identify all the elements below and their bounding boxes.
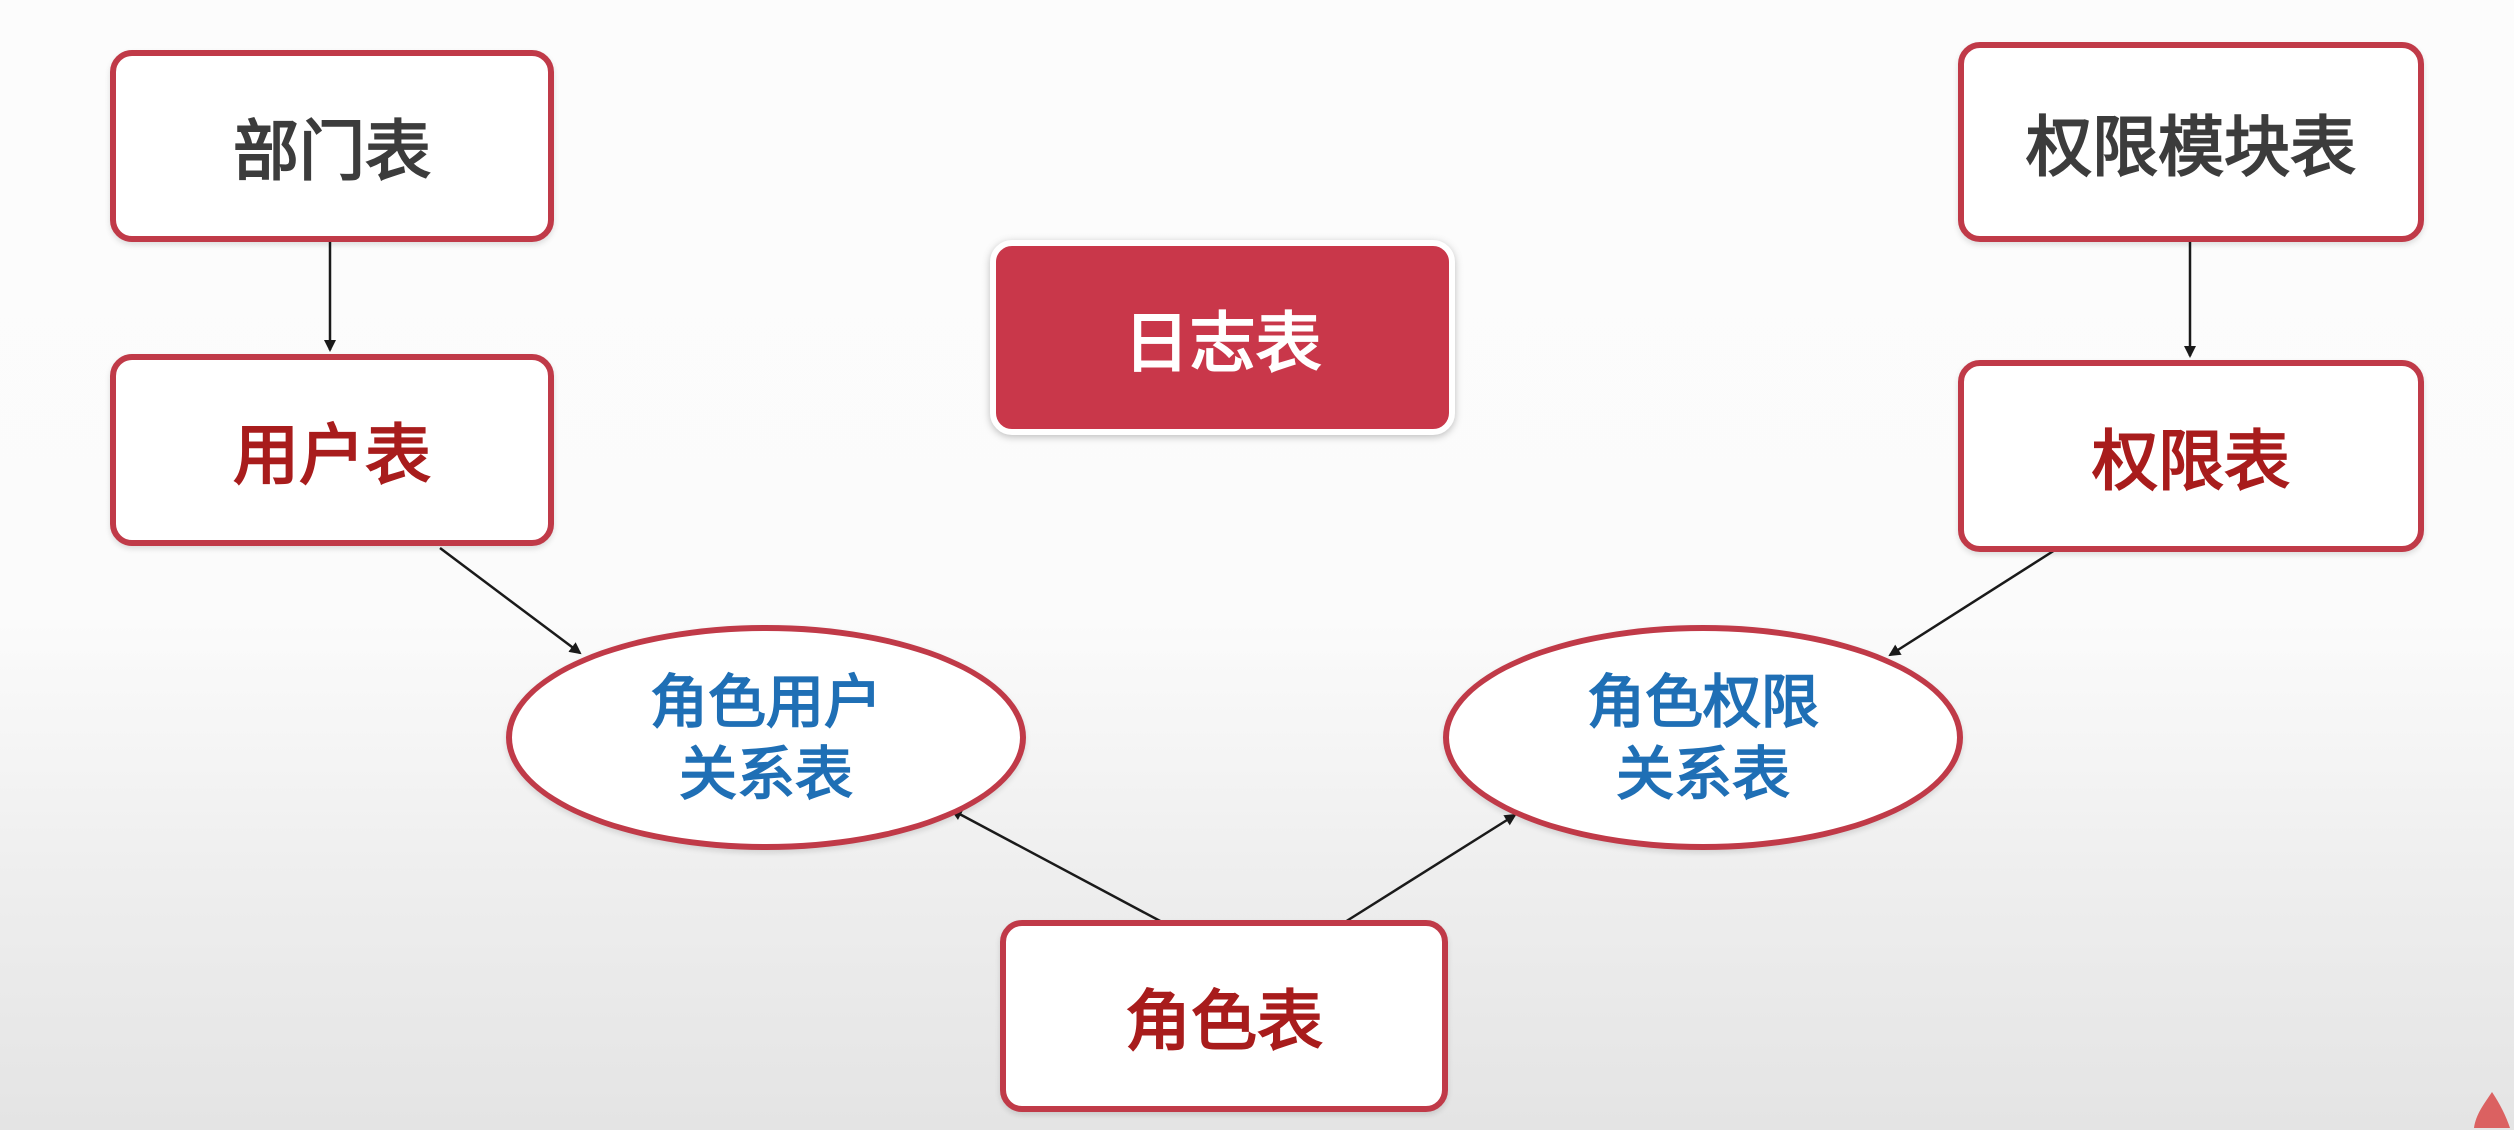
permission-table-node: 权限表 [1958, 360, 2424, 552]
arrow-role-to-role-user [950, 808, 1163, 924]
log-table-node: 日志表 [990, 240, 1455, 435]
permission-module-table-node: 权限模块表 [1958, 42, 2424, 242]
role-user-relation-label-line2: 关系表 [678, 739, 853, 808]
permission-module-table-label: 权限模块表 [2026, 109, 2356, 186]
brand-logo-icon [2474, 1092, 2510, 1128]
role-table-node: 角色表 [1000, 920, 1448, 1112]
role-permission-relation-label-line2: 关系表 [1615, 739, 1790, 808]
log-table-label: 日志表 [1123, 304, 1322, 382]
role-table-label: 角色表 [1125, 983, 1323, 1060]
role-user-relation-label-line1: 角色用户 [649, 667, 882, 736]
arrow-permission-to-role-permission [1888, 548, 2056, 657]
department-table-node: 部门表 [110, 50, 554, 242]
arrow-user-to-role-user [439, 547, 582, 655]
permission-table-label: 权限表 [2092, 423, 2290, 500]
department-table-label: 部门表 [233, 113, 431, 190]
user-table-node: 用户表 [110, 354, 554, 546]
role-user-relation-node: 角色用户 关系表 [506, 625, 1026, 850]
arrow-role-to-role-permission [1344, 813, 1517, 924]
role-permission-relation-node: 角色权限 关系表 [1443, 625, 1963, 850]
user-table-label: 用户表 [233, 417, 431, 494]
role-permission-relation-label-line1: 角色权限 [1586, 667, 1819, 736]
